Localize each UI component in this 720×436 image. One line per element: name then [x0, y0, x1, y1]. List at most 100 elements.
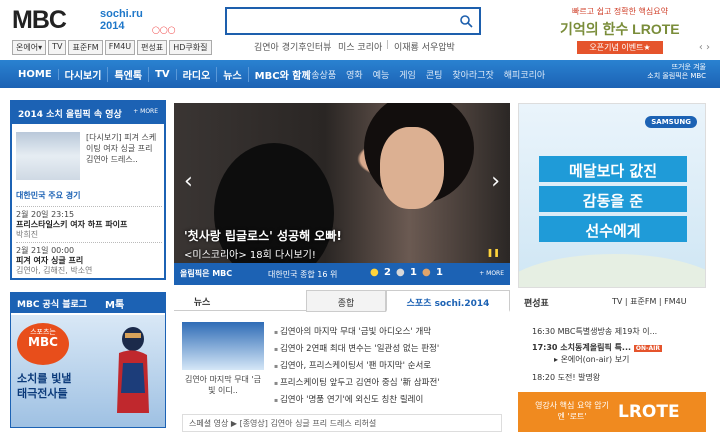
olympic-brand: 올림픽은 MBC — [180, 269, 233, 278]
bronze-count: 1 — [436, 267, 443, 278]
top-ad-banner[interactable]: 빠르고 쉽고 정확한 핵심요약 기억의 한수 LROTE 오픈기념 이벤트★ ‹… — [530, 6, 710, 61]
tv-program: 소치동계올림픽 특... — [560, 343, 632, 352]
ad-landscape — [519, 254, 705, 287]
nav-sub-item[interactable]: 게임 — [394, 68, 421, 81]
news-item[interactable]: 김연아의 마지막 무대 '금빛 아디오스' 개막 — [274, 324, 506, 341]
divider: | — [386, 40, 390, 50]
rote-ad[interactable]: 영강사 핵심 요약 암기엔 '로트' LROTE — [518, 392, 706, 432]
tv-channel-tabs[interactable]: TV | 표준FM | FM4U — [612, 296, 687, 307]
samsung-logo: SAMSUNG — [645, 116, 697, 128]
tab-sports[interactable]: 스포츠 sochi.2014 — [386, 290, 510, 312]
tab-general[interactable]: 종합 — [306, 290, 386, 312]
news-item[interactable]: 김연아, 프리스케이팅서 '팬 마지막' 순서로 — [274, 358, 506, 375]
tv-schedule-row[interactable]: 17:30 소치동계올림픽 특... ON-AIR — [532, 342, 662, 354]
schedule-button[interactable]: 편성표 — [137, 40, 168, 55]
news-list: 김연아의 마지막 무대 '금빛 아디오스' 개막 김연아 2연패 최대 변수는 … — [274, 324, 506, 409]
schedule-event: 프리스타일스키 여자 하프 파이프 — [16, 220, 128, 229]
news-thumbnail[interactable] — [182, 322, 264, 370]
nav-replay[interactable]: 다시보기 — [59, 66, 109, 82]
tv-schedule-row[interactable]: 16:30 MBC특별생방송 제19차 이... — [532, 326, 657, 337]
hero-image-part — [380, 127, 444, 209]
ad-arrows-icon[interactable]: ‹ › — [699, 42, 710, 53]
video-thumbnail[interactable] — [16, 132, 80, 180]
tv-time: 16:30 — [532, 327, 556, 336]
ad-message: 선수에게 — [539, 216, 687, 242]
ad-event-button[interactable]: 오픈기념 이벤트★ — [577, 41, 663, 54]
news-label: 뉴스 — [193, 298, 211, 308]
nav-talk[interactable]: 특엔톡 — [108, 66, 150, 82]
keyword-link[interactable]: 미스 코리아 — [338, 40, 382, 53]
search-input[interactable] — [231, 9, 457, 33]
tv-button[interactable]: TV — [48, 40, 67, 55]
standard-fm-button[interactable]: 표준FM — [68, 40, 103, 55]
pause-icon[interactable]: ❚❚ — [487, 248, 500, 257]
nav-sub-item[interactable]: 해피코리아 — [499, 68, 550, 81]
onair-button[interactable]: 온에어▾ — [12, 40, 47, 55]
mbc-blog-panel[interactable]: MBC 공식 블로그 M톡 스포츠는 MBC 소치를 빛낼 태극전사들 — [10, 292, 166, 428]
rote-logo: LROTE — [618, 402, 680, 422]
news-thumbnail-caption[interactable]: 김연아 마지막 무대 '금빛 이디.. — [182, 374, 264, 396]
nav-sub-item[interactable]: 찾아라그잣 — [447, 68, 498, 81]
fm4u-button[interactable]: FM4U — [104, 40, 136, 55]
service-buttons: 온에어▾ TV 표준FM FM4U 편성표 HD쿠화질 — [12, 40, 212, 55]
keyword-link[interactable]: 이재룡 서우압박 — [394, 40, 455, 53]
news-item[interactable]: 프리스케이팅 앞두고 김연아 중심 '新 삼파전' — [274, 375, 506, 392]
hero-subcaption[interactable]: <미스코리아> 18회 다시보기! — [184, 246, 316, 261]
slogan-line: 소치 올림픽은 MBC — [647, 72, 706, 80]
search-icon[interactable] — [459, 14, 473, 28]
hd-button[interactable]: HD쿠화질 — [169, 40, 212, 55]
play-icon: ▸ — [554, 355, 559, 364]
tv-schedule-row[interactable]: 18:20 도전! 발명왕 — [532, 372, 600, 383]
schedule-item[interactable]: 2월 20일 23:15 프리스타일스키 여자 하프 파이프 박희진 — [16, 206, 162, 240]
schedule-players: 박희진 — [16, 230, 39, 239]
news-item[interactable]: 김연아 2연패 최대 변수는 '일관성 없는 판정' — [274, 341, 506, 358]
bronze-medal-icon: ● — [422, 267, 431, 278]
ad-message: 감동을 준 — [539, 186, 687, 212]
hero-slider[interactable]: ‹ › '첫사랑 립글로스' 성공해 오빠! <미스코리아> 18회 다시보기!… — [174, 103, 510, 263]
more-link[interactable]: + MORE — [479, 270, 504, 277]
special-video-ticker[interactable]: 스페셜 영상 ▶ [종영상] 김연아 싱글 프리 드레스 리허설 — [182, 414, 502, 432]
news-item[interactable]: 김연아 '명품 연기'에 외신도 칭찬 릴레이 — [274, 392, 506, 409]
tv-program: MBC특별생방송 제19차 이... — [557, 327, 658, 336]
olympic-rings-icon: ◯◯◯ — [152, 26, 176, 34]
nav-radio[interactable]: 라디오 — [177, 66, 218, 82]
schedule-item[interactable]: 2월 21일 00:00 피겨 여자 싱글 프리 김연아, 김해진, 박소연 — [16, 242, 162, 276]
next-arrow-icon[interactable]: › — [491, 169, 500, 194]
nav-tv[interactable]: TV — [149, 68, 177, 80]
nav-news[interactable]: 뉴스 — [217, 66, 249, 82]
mbc-logo[interactable]: MBC — [12, 6, 70, 34]
hero-caption[interactable]: '첫사랑 립글로스' 성공해 오빠! — [184, 227, 342, 244]
onair-watch: 온에어(on-air) 보기 — [560, 355, 630, 364]
panel-header: 2014 소치 올림픽 속 영상 + MORE — [12, 102, 164, 124]
schedule-time: 2월 20일 23:15 — [16, 210, 75, 219]
ad-title: 기억의 한수 LROTE — [560, 21, 680, 37]
blog-title: MBC 공식 블로그 — [17, 300, 88, 310]
video-description[interactable]: [다시보기] 피겨 스케이팅 여자 싱글 프리 김연아 드레스.. — [86, 132, 162, 165]
silver-medal-icon: ● — [396, 267, 405, 278]
more-link[interactable]: + MORE — [133, 108, 158, 115]
sports-badge: 스포츠는 MBC — [17, 323, 69, 365]
sochi-logo[interactable]: sochi.ru 2014 — [100, 8, 150, 32]
nav-sub-item[interactable]: 콘팅 — [421, 68, 448, 81]
news-tabs: 뉴스 종합 스포츠 sochi.2014 — [174, 290, 510, 312]
tv-schedule-panel: 편성표 TV | 표준FM | FM4U 16:30 MBC특별생방송 제19차… — [518, 294, 706, 386]
prev-arrow-icon[interactable]: ‹ — [184, 169, 193, 194]
nav-sub-item[interactable]: 방송상품 — [298, 68, 341, 81]
schedule-event: 피겨 여자 싱글 프리 — [16, 256, 84, 265]
speed-skater-image — [117, 327, 149, 413]
rote-tagline: 영강사 핵심 요약 암기엔 '로트' — [535, 401, 609, 421]
nav-sub-item[interactable]: 예능 — [368, 68, 395, 81]
olympic-slogan[interactable]: 뜨거운 겨울 소치 올림픽은 MBC — [647, 63, 706, 81]
samsung-ad[interactable]: SAMSUNG 메달보다 값진 감동을 준 선수에게 — [518, 103, 706, 288]
mtalk-logo[interactable]: M톡 — [105, 296, 124, 311]
nav-sub-item[interactable]: 영화 — [341, 68, 368, 81]
slogan-line: 소치를 빛낼 — [17, 372, 72, 385]
blog-banner[interactable]: 스포츠는 MBC 소치를 빛낼 태극전사들 — [11, 315, 165, 427]
nav-home[interactable]: HOME — [12, 68, 59, 80]
keyword-link[interactable]: 김연아 경기후인터뷰 — [254, 40, 331, 53]
ad-message: 메달보다 값진 — [539, 156, 687, 182]
gold-medal-icon: ● — [370, 267, 379, 278]
panel-title: 2014 소치 올림픽 속 영상 — [18, 110, 122, 120]
onair-link[interactable]: ▸ 온에어(on-air) 보기 — [554, 354, 629, 365]
tv-time: 18:20 — [532, 373, 556, 382]
